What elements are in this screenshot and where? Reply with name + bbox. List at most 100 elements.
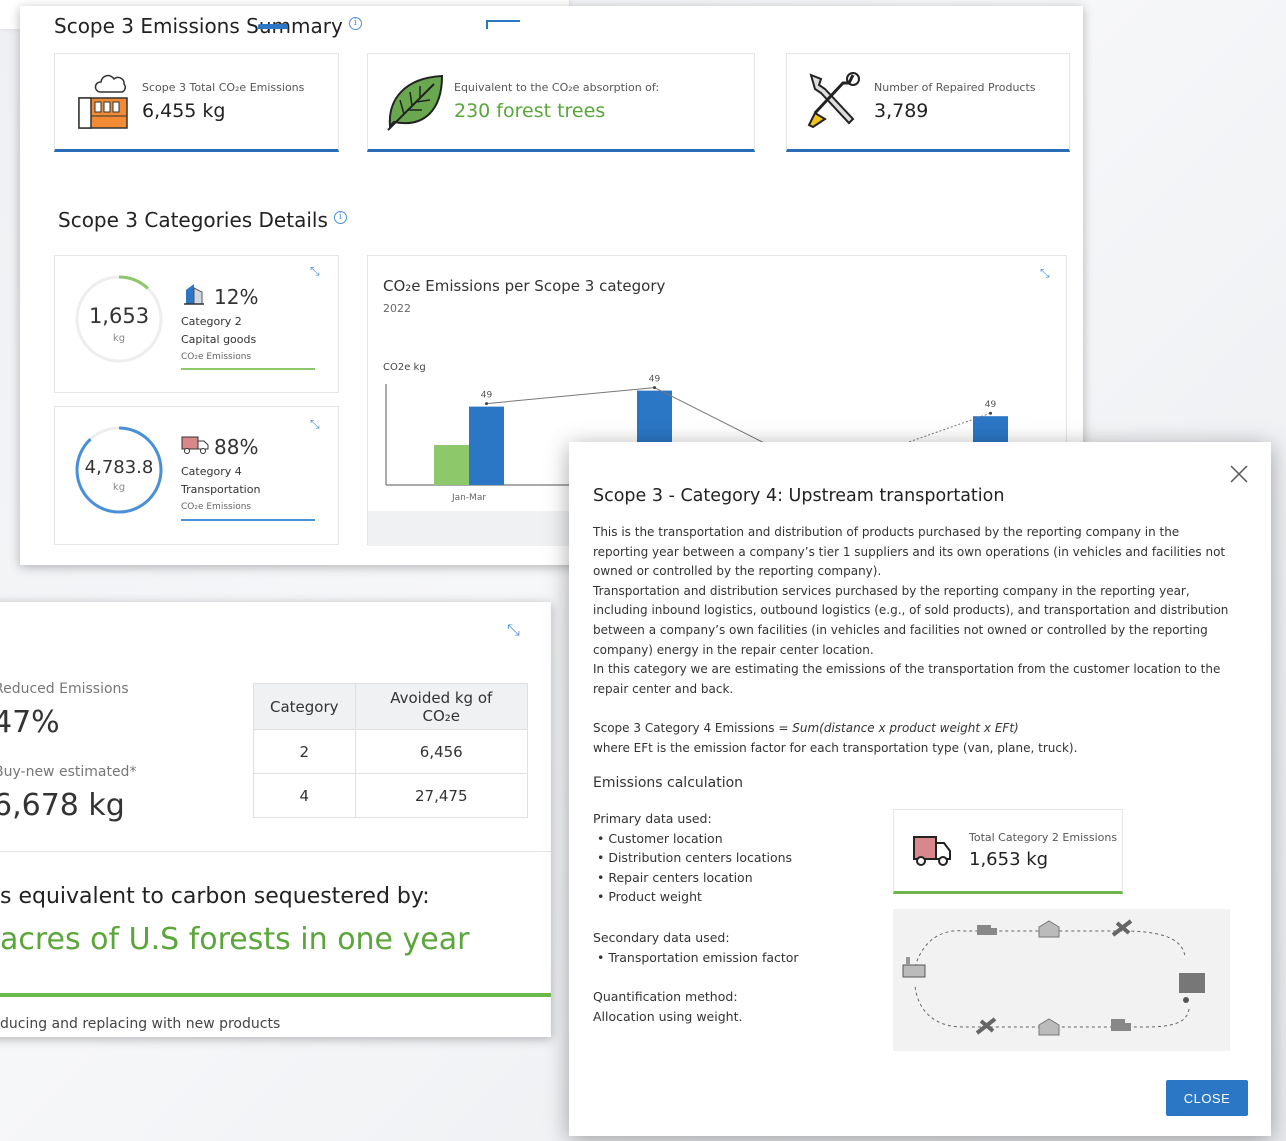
category-4-card[interactable]: 4,783.8 kg 88% Category 4 Transportation… — [54, 406, 339, 545]
details-title: Scope 3 Categories Details i — [58, 208, 347, 232]
list-item: • Transportation emission factor — [593, 949, 799, 965]
formula: Sum(distance x product weight x EFt) — [792, 721, 1019, 735]
category-4-underline — [181, 519, 315, 521]
truck-icon — [181, 436, 209, 454]
logo-fragment — [258, 24, 288, 29]
avoided-emissions-panel: ⤡ Reduced Emissions 47% Buy-new estimate… — [0, 602, 551, 1037]
category-4-name: Transportation — [181, 483, 261, 496]
plane-icon — [1111, 919, 1133, 937]
expand-icon[interactable]: ⤡ — [310, 417, 320, 432]
data-label: 49 — [481, 391, 493, 401]
factory-icon — [902, 957, 926, 978]
footnote: ducing and replacing with new products — [0, 1016, 281, 1032]
x-tick-label: Jan-Mar — [451, 493, 486, 503]
repaired-products-label: Number of Repaired Products — [874, 81, 1036, 94]
equivalent-value: acres of U.S forests in one year — [0, 922, 470, 957]
table-header-row: Category Avoided kg of CO₂e — [253, 683, 529, 730]
category-4-unit: kg — [112, 482, 126, 493]
category-2-percent: 12% — [214, 285, 259, 309]
category-4-modal: Scope 3 - Category 4: Upstream transport… — [569, 442, 1271, 1136]
description-line: owned or controlled by the reporting com… — [593, 564, 882, 579]
expand-icon[interactable]: ⤡ — [310, 264, 320, 279]
truck-icon — [913, 836, 951, 866]
quant-title: Quantification method: — [593, 989, 738, 1004]
y-axis-label: CO2e kg — [383, 362, 426, 373]
secondary-data: Secondary data used: • Transportation em… — [593, 928, 799, 967]
description-line: including inbound logistics, outbound lo… — [593, 603, 1229, 618]
chart-bar — [434, 445, 469, 485]
info-icon[interactable]: i — [333, 211, 347, 225]
category-2-value: 1,653 — [88, 304, 150, 328]
avoided-table: Category Avoided kg of CO₂e 2 6,456 4 27… — [253, 683, 529, 818]
description-line: reporting year between a company’s tier … — [593, 544, 1226, 559]
list-item: • Product weight — [593, 889, 702, 905]
table-row: 4 27,475 — [253, 773, 529, 818]
repaired-products-card: Number of Repaired Products 3,789 — [786, 53, 1070, 152]
description-line: In this category we are estimating the e… — [593, 662, 1221, 677]
category-emissions-label: Total Category 2 Emissions — [969, 831, 1118, 844]
category-2-card[interactable]: 1,653 kg 12% Category 2 Capital goods CO… — [54, 255, 339, 393]
trend-point — [989, 411, 992, 415]
flow-diagram-svg — [902, 919, 1205, 1036]
truck-icon — [977, 925, 997, 935]
close-button[interactable]: CLOSE — [1166, 1080, 1248, 1116]
category-4-label: Category 4 — [181, 465, 242, 478]
description-line: between a company’s own facilities (in v… — [593, 622, 1208, 637]
secondary-title: Secondary data used: — [593, 930, 730, 945]
trend-point — [653, 386, 656, 390]
expand-icon[interactable]: ⤡ — [507, 620, 520, 640]
data-label: 49 — [649, 375, 661, 385]
table-cell: 6,456 — [354, 729, 529, 774]
category-2-underline — [181, 368, 315, 370]
repair-center-icon — [1179, 973, 1205, 1003]
reduced-emissions-label: Reduced Emissions — [0, 681, 129, 697]
chart-bar — [469, 406, 504, 485]
warehouse-icon — [1038, 1018, 1060, 1036]
formula-note: where EFt is the emission factor for eac… — [593, 741, 1078, 755]
logo-fragment — [486, 20, 520, 29]
category-2-name: Capital goods — [181, 333, 257, 346]
truck-icon — [1111, 1019, 1131, 1031]
forest-trees-value: 230 forest trees — [454, 100, 606, 122]
category-2-sub: CO₂e Emissions — [181, 352, 252, 362]
calc-title: Emissions calculation — [593, 775, 744, 791]
quant-value: Allocation using weight. — [593, 1008, 743, 1024]
table-row: 2 6,456 — [253, 729, 529, 774]
plane-icon — [975, 1017, 997, 1035]
transport-flow-diagram — [893, 909, 1230, 1051]
category-2-label: Category 2 — [181, 315, 242, 328]
category-4-sub: CO₂e Emissions — [181, 502, 252, 512]
list-item: • Distribution centers locations — [593, 850, 793, 866]
primary-data: Primary data used: • Customer location •… — [593, 809, 792, 907]
building-icon — [184, 284, 204, 305]
total-emissions-card: Scope 3 Total CO₂e Emissions 6,455 kg — [54, 53, 339, 152]
trend-line — [486, 387, 655, 405]
table-cell: 27,475 — [354, 773, 529, 818]
description-line: This is the transportation and distribut… — [593, 525, 1180, 539]
table-cell: 2 — [253, 729, 356, 774]
trend-point — [485, 402, 488, 406]
equivalent-text: s equivalent to carbon sequestered by: — [0, 884, 430, 909]
summary-title: Scope 3 Emissions Summary i — [54, 14, 362, 38]
category-2-unit: kg — [112, 333, 126, 344]
category-4-percent: 88% — [214, 435, 259, 459]
formula-line: Scope 3 Category 4 Emissions = Sum(dista… — [593, 721, 1019, 735]
info-icon[interactable]: i — [348, 17, 362, 31]
close-icon[interactable] — [1229, 464, 1249, 484]
primary-title: Primary data used: — [593, 811, 712, 826]
buy-new-value: 6,678 kg — [0, 788, 125, 823]
description-line: company) energy in the repair center loc… — [593, 642, 874, 657]
column-header: Category — [253, 683, 356, 730]
category-4-value: 4,783.8 — [84, 457, 154, 478]
forest-trees-card: Equivalent to the CO₂e absorption of: 23… — [367, 53, 755, 152]
tools-icon — [807, 72, 860, 129]
factory-icon — [78, 74, 128, 129]
category-emissions-card: Total Category 2 Emissions 1,653 kg — [893, 809, 1123, 894]
list-item: • Repair centers location — [593, 869, 753, 885]
divider — [0, 851, 551, 852]
quantification: Quantification method: Allocation using … — [593, 987, 742, 1026]
column-header: Avoided kg of CO₂e — [354, 683, 529, 730]
buy-new-label: Buy-new estimated* — [0, 764, 137, 780]
reduced-emissions-value: 47% — [0, 705, 60, 740]
total-emissions-label: Scope 3 Total CO₂e Emissions — [142, 81, 305, 94]
